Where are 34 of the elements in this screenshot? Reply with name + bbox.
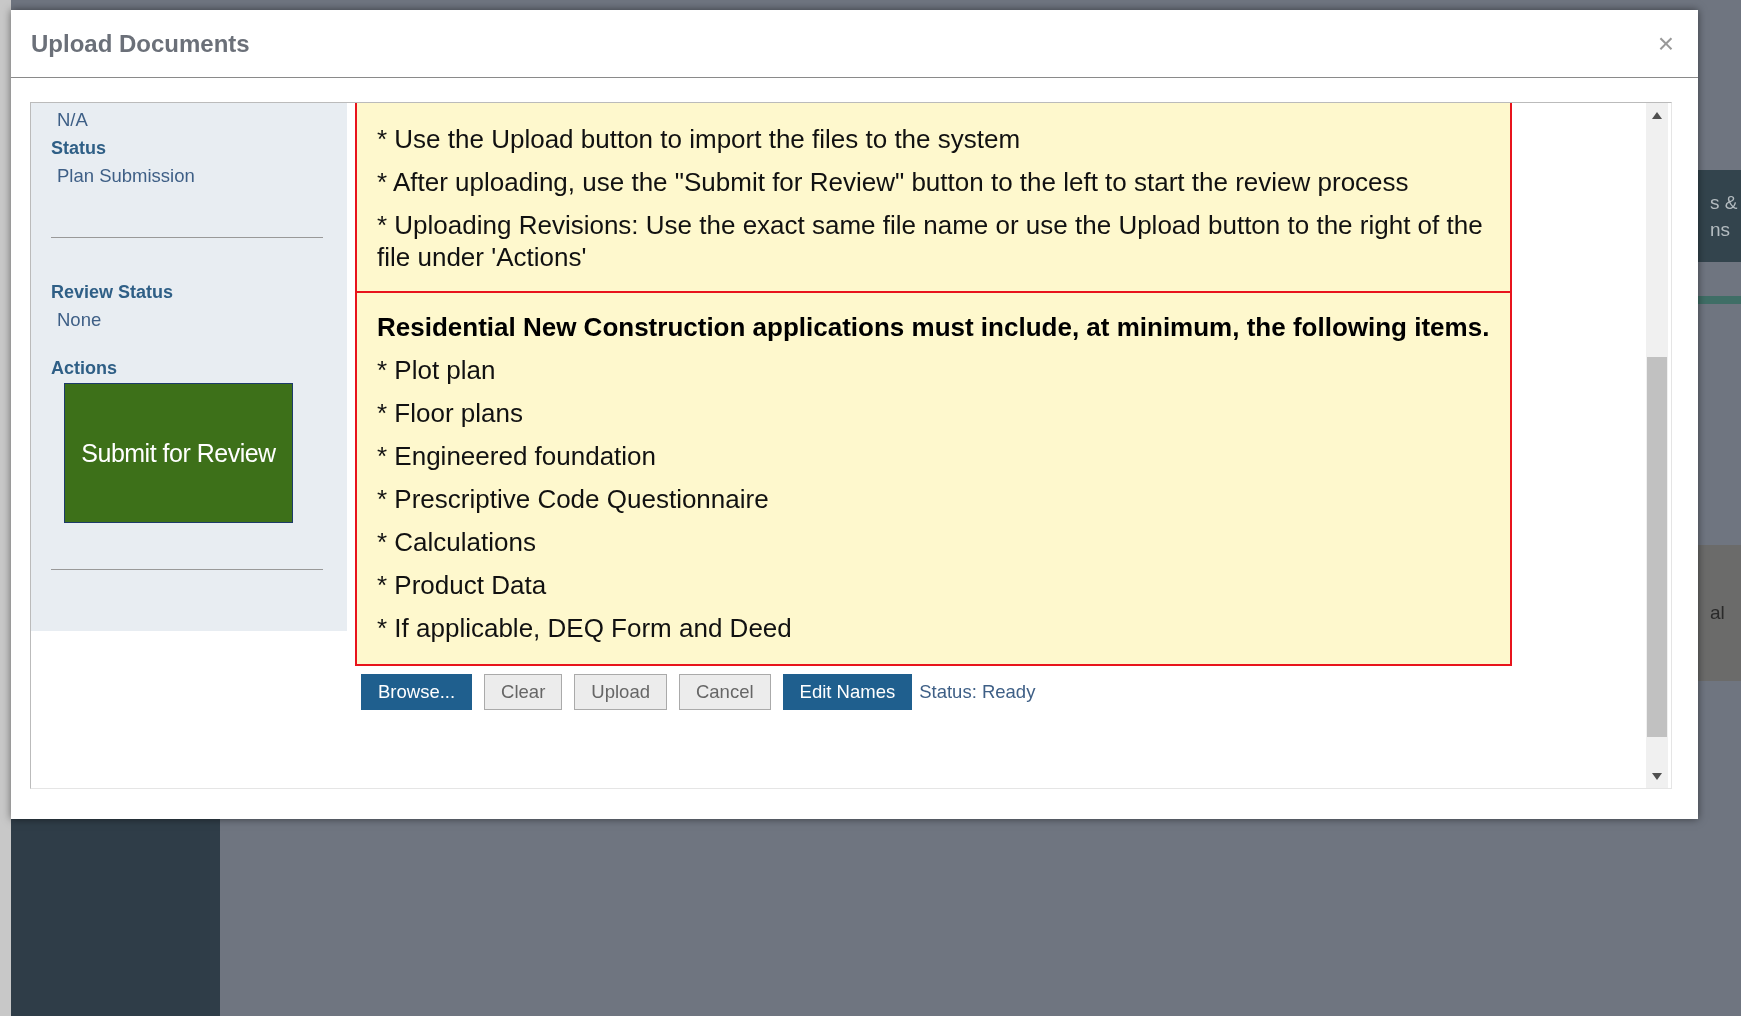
requirement-item: * Prescriptive Code Questionnaire [377, 483, 770, 516]
field-label: Status [51, 137, 107, 160]
requirement-item: * Product Data [377, 569, 548, 602]
dialog-title: Upload Documents [31, 29, 250, 58]
background-bar [1698, 296, 1741, 304]
action-button[interactable]: Upload [574, 674, 667, 710]
action-button[interactable]: Cancel [678, 674, 771, 710]
action-button[interactable]: Browse... [361, 674, 473, 710]
requirement-item: * Engineered foundation [377, 440, 657, 473]
submit-button[interactable]: Submit for Review [64, 383, 293, 523]
field-label: Actions [51, 357, 118, 380]
instruction-text: * Use the Upload button to import the files to the system [377, 123, 1022, 155]
requirements-heading: Residential New Construction applications must include, at minimum, the following items. [377, 311, 1490, 343]
scrollbar[interactable] [1646, 103, 1668, 788]
status-text: Status: Ready [919, 681, 1036, 703]
action-button[interactable]: Edit Names [782, 674, 913, 710]
requirement-item: * If applicable, DEQ Form and Deed [377, 612, 793, 645]
field-value: N/A [56, 108, 89, 132]
field-value: None [56, 308, 103, 332]
scroll-down-icon[interactable] [1652, 773, 1662, 780]
requirement-item: * Plot plan [377, 354, 497, 387]
close-button[interactable]: × [1653, 27, 1678, 60]
background-text: s & [1710, 191, 1739, 215]
instruction-text: * After uploading, use the "Submit for Review" button to the left to start the review process [377, 166, 1410, 198]
instruction-text: * Uploading Revisions: Use the exact same file name or use the Upload button to the right of the file under 'Actions' [377, 209, 1484, 273]
requirement-item: * Floor plans [377, 397, 524, 430]
field-label: Review Status [51, 281, 175, 304]
background-text: al [1710, 602, 1725, 624]
scroll-thumb[interactable] [1647, 357, 1667, 737]
scroll-up-icon[interactable] [1652, 112, 1662, 119]
background-text: ns [1710, 218, 1732, 242]
requirement-item: * Calculations [377, 526, 537, 559]
action-button[interactable]: Clear [484, 674, 563, 710]
field-value: Plan Submission [56, 164, 196, 188]
